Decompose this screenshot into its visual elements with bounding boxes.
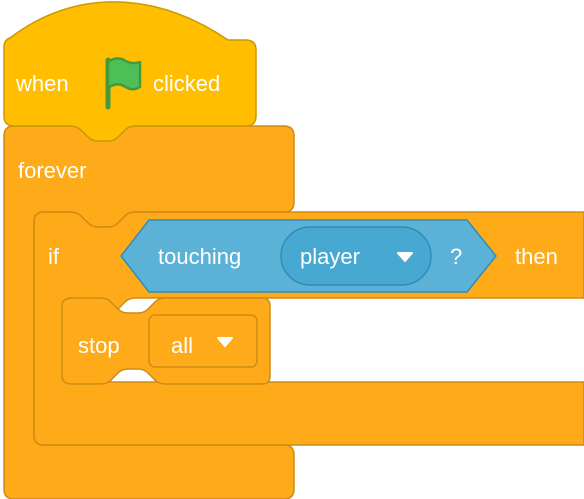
stop-label: stop <box>78 333 120 358</box>
then-label: then <box>515 244 558 269</box>
stop-menu-field[interactable] <box>148 314 258 368</box>
stop-menu-value: all <box>171 333 194 358</box>
forever-label: forever <box>18 158 87 183</box>
question-mark-label: ? <box>450 244 463 269</box>
hat-when-label: when <box>16 71 69 96</box>
touching-menu-value: player <box>300 244 360 269</box>
if-label: if <box>48 244 59 269</box>
hat-clicked-label: clicked <box>153 71 221 96</box>
script-canvas <box>3 1 584 499</box>
touching-label: touching <box>158 244 242 269</box>
